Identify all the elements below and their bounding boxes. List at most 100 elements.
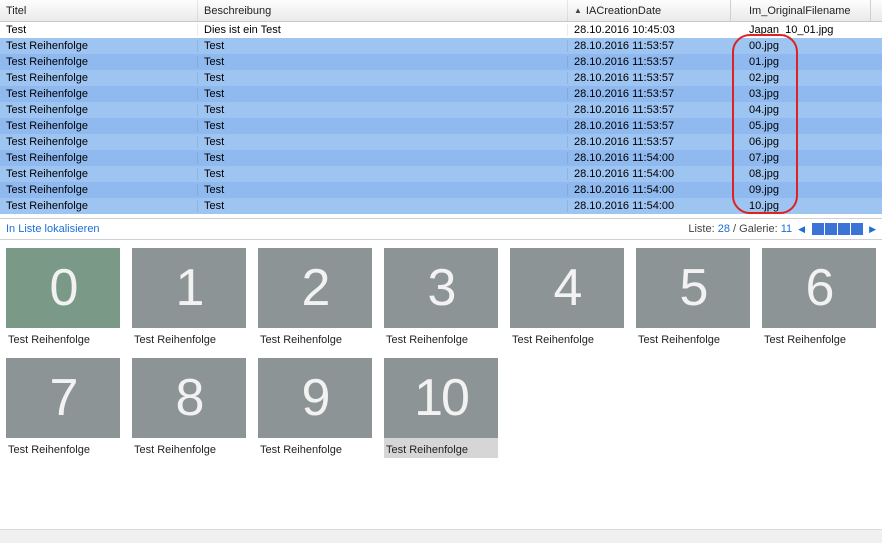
cell-original-filename: 00.jpg	[731, 40, 871, 52]
thumbnail-item[interactable]: 0 Test Reihenfolge	[6, 248, 120, 348]
thumbnail-image: 9	[258, 358, 372, 438]
thumbnail-glyph: 6	[806, 258, 833, 318]
thumbnail-caption: Test Reihenfolge	[636, 328, 750, 348]
table-row[interactable]: Test ReihenfolgeTest28.10.2016 11:53:570…	[0, 102, 882, 118]
thumbnail-caption: Test Reihenfolge	[258, 328, 372, 348]
thumbnail-glyph: 9	[302, 368, 329, 428]
cell-original-filename: 06.jpg	[731, 136, 871, 148]
cell-description: Test	[198, 104, 568, 116]
cell-creation-date: 28.10.2016 11:53:57	[568, 40, 731, 52]
thumbnail-image: 10	[384, 358, 498, 438]
cell-description: Dies ist ein Test	[198, 24, 568, 36]
chevron-left-icon[interactable]: ◀	[798, 224, 805, 235]
col-header-description[interactable]: Beschreibung	[198, 0, 568, 21]
table-row[interactable]: Test ReihenfolgeTest28.10.2016 11:54:000…	[0, 150, 882, 166]
thumbnail-item[interactable]: 2Test Reihenfolge	[258, 248, 372, 348]
cell-title: Test Reihenfolge	[0, 88, 198, 100]
horizontal-scrollbar[interactable]	[0, 529, 882, 543]
cell-original-filename: 08.jpg	[731, 168, 871, 180]
thumbnail-item[interactable]: 3 Test Reihenfolge	[384, 248, 498, 348]
cell-title: Test Reihenfolge	[0, 120, 198, 132]
cell-description: Test	[198, 200, 568, 212]
cell-title: Test Reihenfolge	[0, 72, 198, 84]
thumbnail-image: 7	[6, 358, 120, 438]
cell-creation-date: 28.10.2016 11:54:00	[568, 184, 731, 196]
thumbnail-item[interactable]: 9Test Reihenfolge	[258, 358, 372, 458]
cell-title: Test Reihenfolge	[0, 40, 198, 52]
cell-creation-date: 28.10.2016 11:54:00	[568, 152, 731, 164]
thumbnail-glyph: 3	[428, 258, 455, 318]
cell-creation-date: 28.10.2016 11:53:57	[568, 56, 731, 68]
thumbnail-glyph: 0	[50, 258, 77, 318]
cell-title: Test Reihenfolge	[0, 152, 198, 164]
cell-description: Test	[198, 72, 568, 84]
thumbnail-image: 2	[258, 248, 372, 328]
thumbnail-item[interactable]: 8 Test Reihenfolge	[132, 358, 246, 458]
table-row[interactable]: TestDies ist ein Test28.10.2016 10:45:03…	[0, 22, 882, 38]
chevron-right-icon[interactable]: ▶	[869, 224, 876, 235]
thumbnail-image: 5	[636, 248, 750, 328]
cell-original-filename: 09.jpg	[731, 184, 871, 196]
table-row[interactable]: Test ReihenfolgeTest28.10.2016 11:53:570…	[0, 118, 882, 134]
table-row[interactable]: Test ReihenfolgeTest28.10.2016 11:54:000…	[0, 166, 882, 182]
view-mode-toggle[interactable]	[811, 223, 863, 235]
thumbnail-caption: Test Reihenfolge	[384, 328, 498, 348]
cell-original-filename: 10.jpg	[731, 200, 871, 212]
thumbnail-gallery: 0Test Reihenfolge1Test Reihenfolge2Test …	[0, 240, 882, 466]
cell-creation-date: 28.10.2016 11:53:57	[568, 120, 731, 132]
thumbnail-glyph: 4	[554, 258, 581, 318]
cell-title: Test Reihenfolge	[0, 200, 198, 212]
thumbnail-caption: Test Reihenfolge	[132, 438, 246, 458]
thumbnail-image: 3	[384, 248, 498, 328]
thumbnail-glyph: 8	[176, 368, 203, 428]
cell-title: Test Reihenfolge	[0, 168, 198, 180]
cell-description: Test	[198, 152, 568, 164]
cell-original-filename: 03.jpg	[731, 88, 871, 100]
cell-creation-date: 28.10.2016 10:45:03	[568, 24, 731, 36]
sort-asc-icon: ▲	[574, 6, 582, 15]
cell-title: Test	[0, 24, 198, 36]
thumbnail-item[interactable]: 7 Test Reihenfolge	[6, 358, 120, 458]
cell-description: Test	[198, 88, 568, 100]
table-row[interactable]: Test ReihenfolgeTest28.10.2016 11:53:570…	[0, 86, 882, 102]
thumbnail-image: 8	[132, 358, 246, 438]
table-row[interactable]: Test ReihenfolgeTest28.10.2016 11:54:001…	[0, 198, 882, 214]
cell-original-filename: 02.jpg	[731, 72, 871, 84]
table-row[interactable]: Test ReihenfolgeTest28.10.2016 11:53:570…	[0, 54, 882, 70]
list-count-label: Liste: 28 / Galerie: 11	[688, 223, 792, 235]
col-header-creation-date[interactable]: ▲IACreationDate	[568, 0, 731, 21]
table-header: Titel Beschreibung ▲IACreationDate Im_Or…	[0, 0, 882, 22]
thumbnail-caption: Test Reihenfolge	[6, 328, 120, 348]
col-header-title[interactable]: Titel	[0, 0, 198, 21]
cell-description: Test	[198, 40, 568, 52]
thumbnail-caption: Test Reihenfolge	[6, 438, 120, 458]
thumbnail-item[interactable]: 5Test Reihenfolge	[636, 248, 750, 348]
cell-title: Test Reihenfolge	[0, 56, 198, 68]
table-row[interactable]: Test ReihenfolgeTest28.10.2016 11:53:570…	[0, 134, 882, 150]
cell-description: Test	[198, 56, 568, 68]
thumbnail-caption: Test Reihenfolge	[384, 438, 498, 458]
thumbnail-item[interactable]: 4 Test Reihenfolge	[510, 248, 624, 348]
cell-description: Test	[198, 168, 568, 180]
cell-creation-date: 28.10.2016 11:53:57	[568, 136, 731, 148]
cell-title: Test Reihenfolge	[0, 184, 198, 196]
cell-description: Test	[198, 120, 568, 132]
cell-creation-date: 28.10.2016 11:53:57	[568, 104, 731, 116]
table-row[interactable]: Test ReihenfolgeTest28.10.2016 11:53:570…	[0, 70, 882, 86]
thumbnail-caption: Test Reihenfolge	[510, 328, 624, 348]
localize-in-list-link[interactable]: In Liste lokalisieren	[6, 223, 100, 235]
cell-description: Test	[198, 184, 568, 196]
table-row[interactable]: Test ReihenfolgeTest28.10.2016 11:53:570…	[0, 38, 882, 54]
cell-creation-date: 28.10.2016 11:53:57	[568, 72, 731, 84]
thumbnail-caption: Test Reihenfolge	[132, 328, 246, 348]
thumbnail-item[interactable]: 1Test Reihenfolge	[132, 248, 246, 348]
thumbnail-item[interactable]: 6Test Reihenfolge	[762, 248, 876, 348]
thumbnail-image: 1	[132, 248, 246, 328]
thumbnail-item[interactable]: 10Test Reihenfolge	[384, 358, 498, 458]
cell-creation-date: 28.10.2016 11:54:00	[568, 200, 731, 212]
table-row[interactable]: Test ReihenfolgeTest28.10.2016 11:54:000…	[0, 182, 882, 198]
cell-title: Test Reihenfolge	[0, 104, 198, 116]
cell-original-filename: 04.jpg	[731, 104, 871, 116]
thumbnail-glyph: 7	[50, 368, 77, 428]
col-header-original-filename[interactable]: Im_OriginalFilename	[731, 0, 871, 21]
